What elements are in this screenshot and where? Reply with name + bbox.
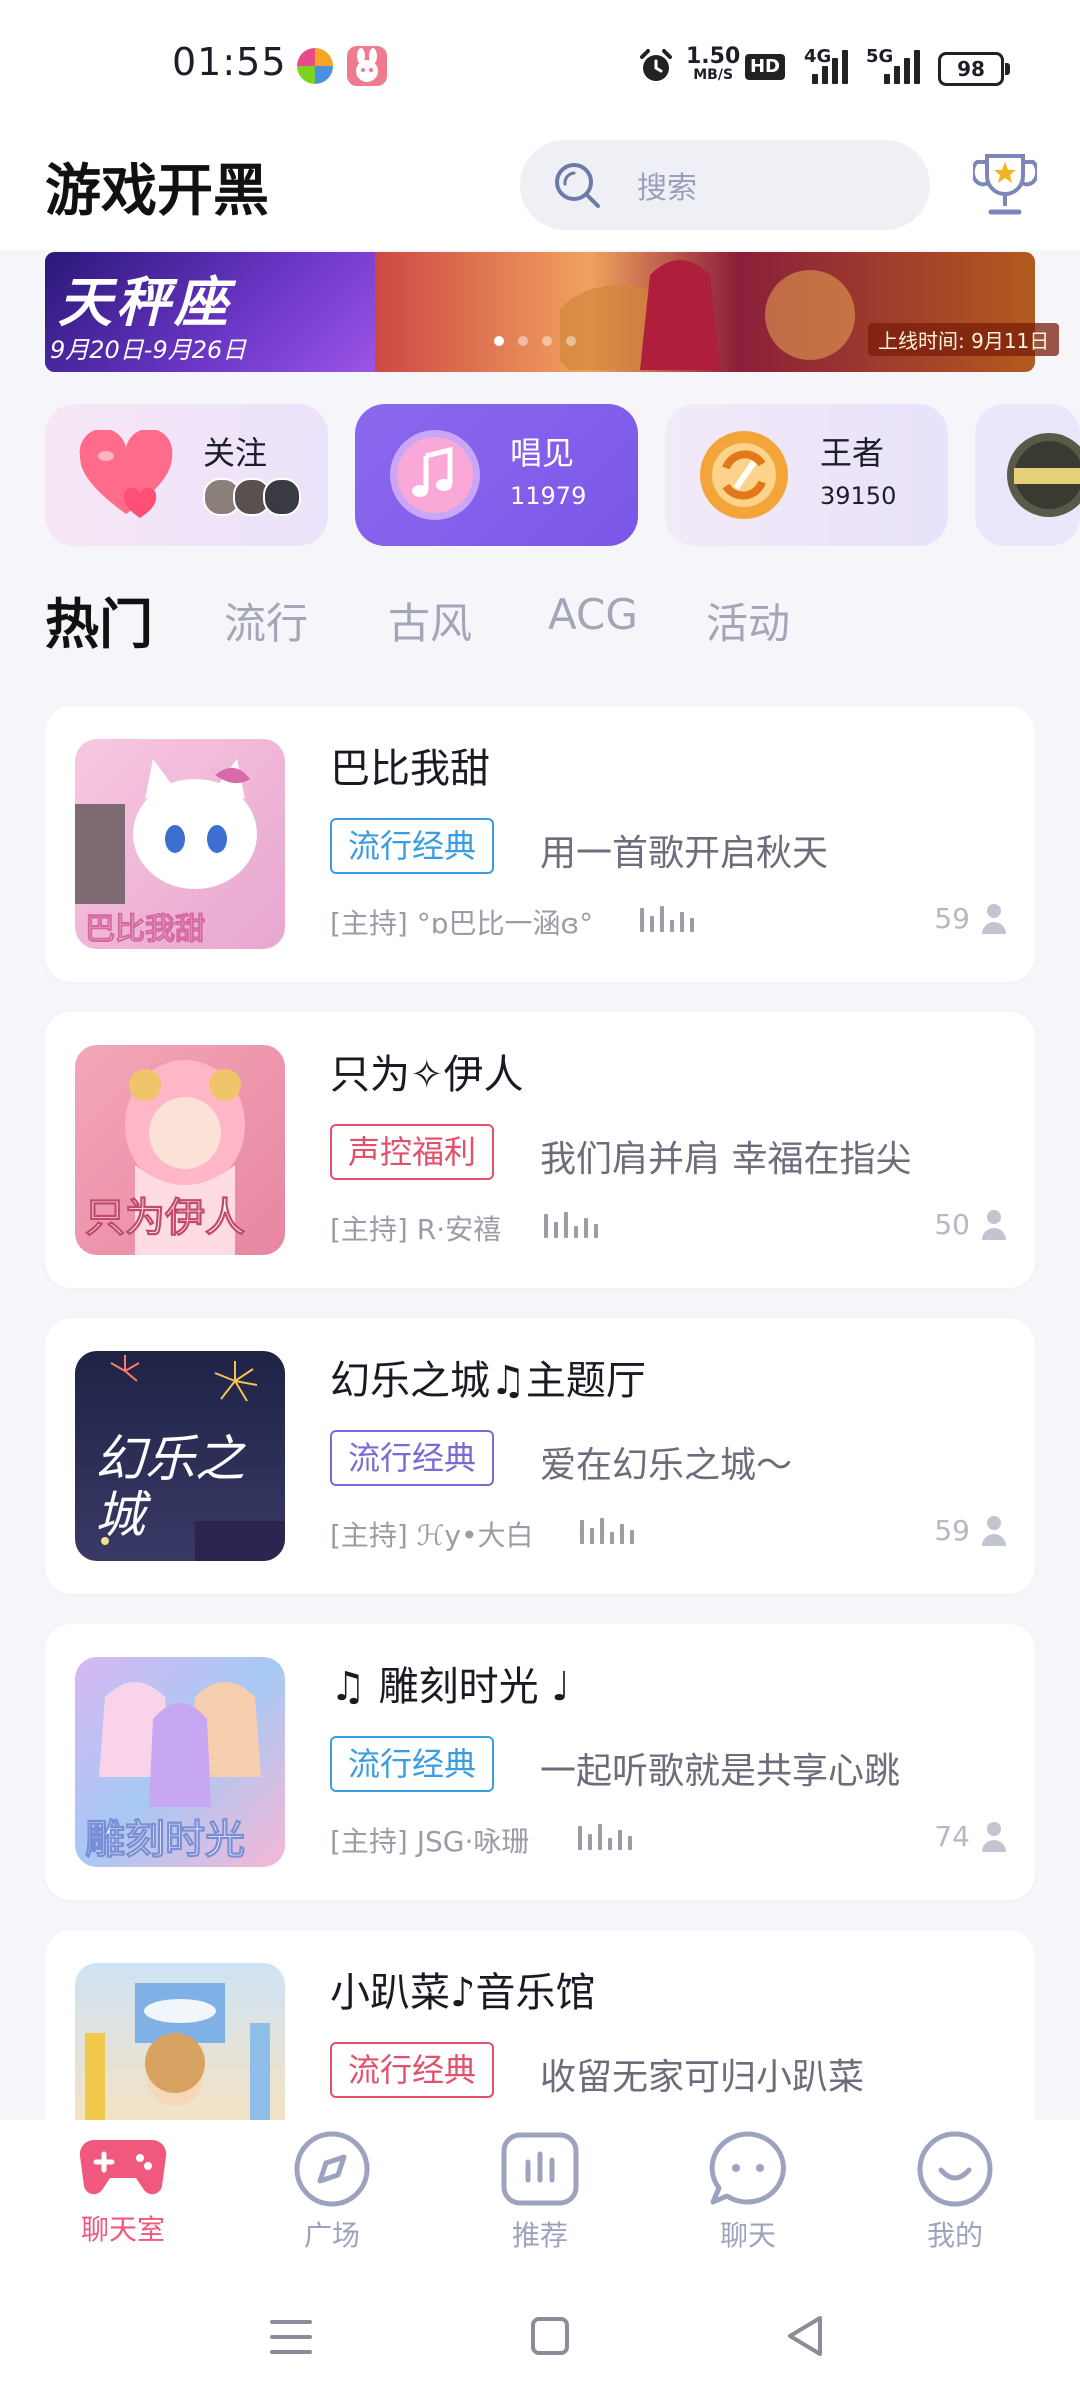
listener-count: 50	[934, 1208, 970, 1241]
audio-wave-icon	[580, 1518, 634, 1544]
tab-event[interactable]: 活动	[706, 590, 790, 651]
listener-count: 59	[934, 1514, 970, 1547]
banner-caption: 上线时间: 9月11日	[868, 323, 1060, 356]
room-subtitle: 我们肩并肩 幸福在指尖	[540, 1139, 912, 1180]
nav-mine[interactable]: 我的	[880, 2130, 1030, 2254]
person-icon	[980, 902, 1008, 938]
banner-dates: 9月20日-9月26日	[50, 336, 247, 364]
audio-wave-icon	[578, 1824, 632, 1850]
room-tag: 流行经典	[330, 818, 495, 874]
avatar	[263, 478, 301, 516]
room-host: [主持] JSG·咏珊	[330, 1825, 530, 1858]
thumb-caption: 巴比我甜	[85, 912, 206, 948]
person-icon	[980, 1514, 1008, 1550]
banner-character-art	[550, 255, 900, 385]
listener-count: 59	[934, 902, 970, 935]
room-tag: 声控福利	[330, 1124, 495, 1180]
category-count: 39150	[820, 482, 897, 510]
room-thumbnail: 雕刻时光	[75, 1657, 285, 1867]
room-thumbnail: 幻乐之城	[75, 1351, 285, 1561]
room-subtitle: 爱在幻乐之城～	[540, 1445, 793, 1486]
room-host: [主持] °ɒ巴比一涵ɞ°	[330, 907, 594, 940]
category-label: 关注	[203, 434, 268, 472]
page-title: 游戏开黑	[45, 159, 269, 224]
app-rabbit-icon	[347, 46, 387, 86]
tab-hot[interactable]: 热门	[45, 580, 153, 659]
nav-label: 广场	[303, 2219, 360, 2252]
alarm-icon	[638, 48, 674, 88]
room-title: 幻乐之城♫主题厅	[330, 1358, 646, 1404]
signal-icon	[812, 48, 848, 84]
room-tag: 流行经典	[330, 1430, 495, 1486]
compass-icon	[257, 2130, 407, 2212]
heart-icon	[78, 428, 174, 524]
room-host: [主持] R·安禧	[330, 1213, 502, 1246]
banner-pagination	[494, 336, 576, 346]
tab-ancient[interactable]: 古风	[388, 590, 472, 651]
category-label: 王者	[820, 434, 885, 472]
banner-title: 天秤座	[58, 271, 232, 334]
listener-count: 74	[934, 1820, 970, 1853]
banner-dot	[518, 336, 528, 346]
nav-label: 聊天	[719, 2219, 776, 2252]
banner-dot	[494, 336, 504, 346]
trophy-icon[interactable]	[970, 150, 1040, 224]
search-placeholder: 搜索	[637, 171, 697, 206]
home-icon[interactable]	[530, 2316, 570, 2360]
search-icon	[552, 160, 604, 216]
audio-wave-icon	[640, 906, 694, 932]
person-icon	[980, 1820, 1008, 1856]
equalizer-icon	[465, 2130, 615, 2212]
banner-dot	[542, 336, 552, 346]
nav-label: 聊天室	[80, 2213, 165, 2246]
follow-avatars	[203, 478, 301, 516]
thumb-caption: 只为伊人	[85, 1195, 246, 1242]
room-title: 只为✧伊人	[330, 1052, 524, 1098]
menu-icon[interactable]	[270, 2318, 312, 2360]
peace-elite-logo	[1004, 430, 1080, 520]
room-thumbnail: 巴比我甜	[75, 739, 285, 949]
room-subtitle: 用一首歌开启秋天	[540, 833, 829, 874]
status-time: 01:55	[172, 40, 287, 84]
thumb-caption: 幻乐之城	[95, 1430, 245, 1544]
nav-square[interactable]: 广场	[257, 2130, 407, 2254]
room-thumbnail	[75, 1963, 285, 2120]
nav-label: 推荐	[511, 2219, 568, 2252]
gamepad-icon	[48, 2130, 198, 2206]
tab-acg[interactable]: ACG	[548, 590, 638, 639]
nav-label: 我的	[926, 2219, 983, 2252]
chat-bubble-icon	[673, 2130, 823, 2212]
room-host: [主持] ℋy•大白	[330, 1519, 534, 1552]
room-title: ♫ 雕刻时光 ♩	[330, 1664, 571, 1710]
back-icon[interactable]	[786, 2314, 826, 2362]
signal-icon-2	[884, 48, 920, 84]
room-tag: 流行经典	[330, 2042, 495, 2098]
room-thumbnail: 只为伊人	[75, 1045, 285, 1255]
category-label: 唱见	[510, 434, 575, 472]
person-icon	[980, 1208, 1008, 1244]
battery-icon: 98	[938, 52, 1010, 86]
category-count: 11979	[510, 482, 587, 510]
smile-icon	[880, 2130, 1030, 2212]
hd-badge: HD	[745, 54, 785, 80]
thumb-caption: 雕刻时光	[85, 1817, 246, 1864]
music-note-icon	[388, 428, 482, 526]
audio-wave-icon	[544, 1212, 598, 1238]
room-title: 巴比我甜	[330, 746, 490, 792]
nav-chatroom[interactable]: 聊天室	[48, 2130, 198, 2248]
app-pinwheel-icon	[295, 46, 335, 86]
net-speed: 1.50 MB/S	[686, 44, 741, 84]
king-emblem-icon	[696, 428, 792, 526]
nav-chat[interactable]: 聊天	[673, 2130, 823, 2254]
room-subtitle: 收留无家可归小趴菜	[540, 2057, 865, 2098]
banner-dot	[566, 336, 576, 346]
tab-pop[interactable]: 流行	[224, 590, 308, 651]
room-title: 小趴菜♪音乐馆	[330, 1970, 596, 2016]
room-tag: 流行经典	[330, 1736, 495, 1792]
nav-recommend[interactable]: 推荐	[465, 2130, 615, 2254]
room-subtitle: 一起听歌就是共享心跳	[540, 1751, 901, 1792]
